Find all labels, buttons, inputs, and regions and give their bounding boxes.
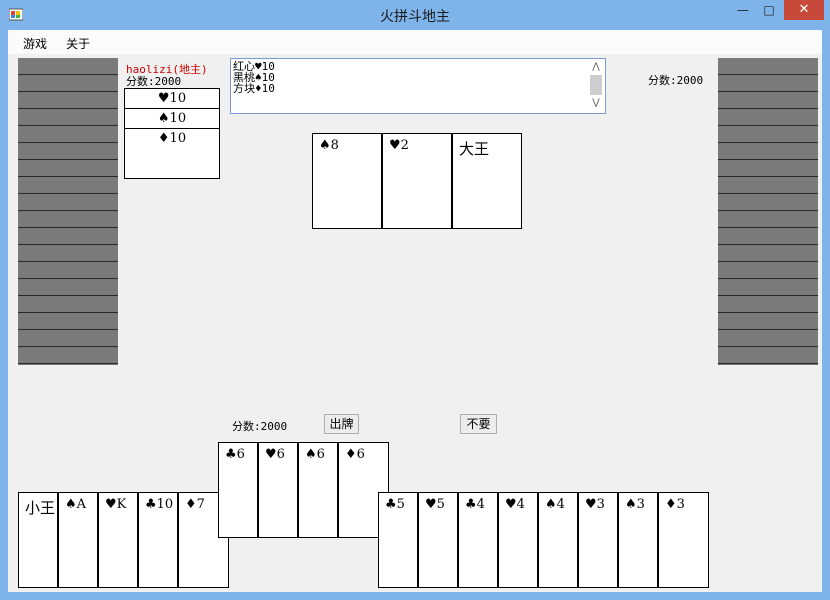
selected-hand-card[interactable]: ♥6 [258, 442, 298, 538]
hand-card[interactable]: ♥4 [498, 492, 538, 588]
scroll-up-icon[interactable]: ⋀ [589, 61, 603, 73]
hand-card[interactable]: ♠A [58, 492, 98, 588]
left-played-card: ♦10 [157, 131, 187, 146]
hand-card[interactable]: ♠3 [618, 492, 658, 588]
menu-bar: 游戏 关于 [8, 30, 822, 54]
window-title: 火拼斗地主 [380, 9, 450, 25]
scroll-down-icon[interactable]: ⋁ [589, 97, 603, 109]
right-player-score: 分数:2000 [648, 74, 704, 87]
client-area: 游戏 关于 haolizi(地主) 分数:2000 ♥10 ♠10 ♦10 红心… [8, 30, 822, 592]
left-played-card: ♠10 [125, 109, 219, 129]
log-scrollbar[interactable]: ⋀ ⋁ [589, 61, 603, 111]
hand-card[interactable]: ♣10 [138, 492, 178, 588]
maximize-button[interactable]: □ [756, 0, 782, 20]
log-line: 方块♦10 [233, 82, 275, 95]
title-bar[interactable]: 火拼斗地主 — □ ✕ [0, 0, 830, 30]
hand-card[interactable]: ♠4 [538, 492, 578, 588]
hand-card[interactable]: ♣5 [378, 492, 418, 588]
log-line: 红心♥10 [233, 60, 275, 73]
selected-hand-card[interactable]: ♣6 [218, 442, 258, 538]
menu-about[interactable]: 关于 [66, 35, 90, 52]
left-player-score: 分数:2000 [126, 75, 182, 88]
play-cards-button[interactable]: 出牌 [324, 414, 359, 434]
left-played-cards: ♥10 ♠10 ♦10 [124, 88, 220, 179]
table-card: ♥2 [382, 133, 452, 229]
scroll-thumb[interactable] [590, 75, 602, 95]
table-card: 大王 [452, 133, 522, 229]
minimize-button[interactable]: — [730, 0, 756, 20]
pass-button[interactable]: 不要 [460, 414, 497, 434]
right-opponent-deck [718, 58, 818, 365]
table-card: ♠8 [312, 133, 382, 229]
hand-card[interactable]: ♥3 [578, 492, 618, 588]
left-opponent-deck [18, 58, 118, 365]
hand-card[interactable]: ♦3 [658, 492, 709, 588]
play-log: 红心♥10 黑桃♠10 方块♦10 ⋀ ⋁ [230, 58, 606, 114]
game-window: 火拼斗地主 — □ ✕ 游戏 关于 haolizi(地主) 分数:2000 ♥1… [0, 0, 830, 600]
bottom-player-score: 分数:2000 [232, 420, 288, 433]
hand-card[interactable]: ♥5 [418, 492, 458, 588]
log-line: 黑桃♠10 [233, 71, 275, 84]
hand-card[interactable]: 小王 [18, 492, 58, 588]
left-played-card: ♥10 [125, 89, 219, 109]
hand-card[interactable]: ♣4 [458, 492, 498, 588]
menu-game[interactable]: 游戏 [23, 35, 47, 52]
hand-card[interactable]: ♥K [98, 492, 138, 588]
close-button[interactable]: ✕ [784, 0, 824, 20]
selected-hand-card[interactable]: ♠6 [298, 442, 338, 538]
